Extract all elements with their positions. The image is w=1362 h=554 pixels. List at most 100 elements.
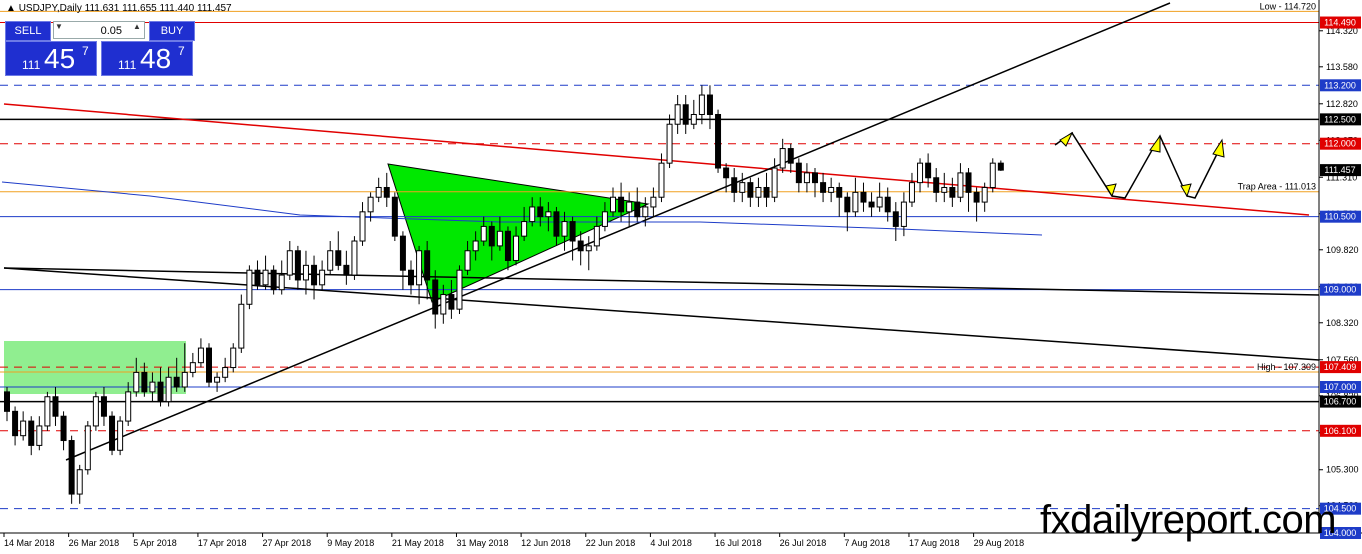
candle-bull	[803, 172, 810, 184]
candle-bull	[367, 196, 374, 213]
candle-bull	[246, 269, 253, 305]
candle-bull	[327, 250, 334, 271]
candle-bull	[456, 269, 463, 310]
candle-bull	[20, 420, 27, 437]
candle-bull	[496, 230, 503, 247]
candle-bull	[513, 235, 520, 261]
symbol-title-arrow: ▲	[6, 3, 19, 14]
candle-bear	[715, 113, 722, 169]
candle-bull	[900, 201, 907, 227]
sell-button[interactable]: SELL	[5, 21, 51, 41]
candle-bull	[76, 469, 83, 495]
buy-button[interactable]: BUY	[149, 21, 195, 41]
date-tick-label: 17 Apr 2018	[198, 538, 247, 548]
candle-bear	[60, 415, 67, 442]
candle-bull	[876, 196, 883, 208]
candle-bull	[561, 221, 568, 237]
candle-bull	[464, 250, 471, 271]
candle-bull	[981, 186, 988, 203]
candle-bear	[432, 279, 439, 315]
candle-bull	[149, 381, 156, 393]
chart-background	[0, 0, 1362, 554]
candle-bull	[771, 167, 778, 198]
candle-bear	[965, 172, 972, 193]
candle-bear	[682, 104, 689, 125]
sell-price-big: 45	[44, 43, 76, 74]
buy-price-big: 48	[140, 43, 172, 74]
date-tick-label: 7 Aug 2018	[844, 538, 890, 548]
candle-bear	[577, 240, 584, 252]
date-tick-label: 22 Jun 2018	[586, 538, 636, 548]
candle-bull	[262, 269, 269, 286]
candle-bull	[117, 420, 124, 451]
candle-bear	[973, 191, 980, 203]
candle-bear	[173, 376, 180, 388]
date-tick-label: 21 May 2018	[392, 538, 444, 548]
candle-bear	[569, 221, 576, 242]
price-label-text: 111.457	[1324, 165, 1355, 175]
date-tick-label: 12 Jun 2018	[521, 538, 571, 548]
candle-bear	[820, 182, 827, 193]
candle-bear	[884, 196, 891, 213]
candle-bear	[28, 420, 35, 446]
candle-bear	[868, 201, 875, 208]
candle-bull	[529, 206, 536, 223]
candle-bear	[270, 269, 277, 291]
sell-price-sup: 7	[82, 44, 89, 58]
candle-bull	[601, 211, 608, 227]
candle-bear	[763, 186, 770, 198]
price-label-text: 112.000	[1324, 139, 1356, 149]
lot-increase-icon[interactable]: ▲	[133, 22, 141, 31]
price-label-text: 106.700	[1324, 397, 1357, 407]
candle-bull	[610, 196, 616, 213]
candle-bull	[351, 240, 358, 276]
date-tick-label: 14 Mar 2018	[4, 538, 55, 548]
date-tick-label: 16 Jul 2018	[715, 538, 762, 548]
price-label-text: 106.100	[1324, 426, 1357, 436]
price-tick-label: 109.820	[1326, 245, 1359, 255]
candle-bull	[593, 225, 600, 247]
candle-bear	[997, 162, 1004, 171]
level-annotation: Low - 114.720	[1260, 1, 1316, 11]
price-label-text: 107.409	[1324, 362, 1357, 372]
candle-bear	[553, 211, 560, 237]
candle-bull	[36, 425, 43, 446]
candle-bull	[690, 113, 697, 125]
candle-bear	[52, 396, 59, 417]
candle-bear	[383, 186, 390, 198]
level-annotation: Trap Area - 111.013	[1238, 182, 1316, 192]
candle-bear	[860, 191, 867, 203]
candle-bull	[698, 94, 705, 115]
candle-bear	[504, 230, 511, 261]
price-tick-label: 105.300	[1326, 465, 1359, 475]
price-label-text: 110.500	[1324, 212, 1356, 222]
sell-quote[interactable]: 111 45 7	[5, 41, 97, 76]
candle-bull	[472, 240, 479, 252]
candle-bear	[925, 162, 932, 179]
candle-bull	[666, 123, 673, 164]
date-tick-label: 31 May 2018	[456, 538, 508, 548]
price-label-text: 114.490	[1324, 18, 1356, 28]
date-tick-label: 5 Apr 2018	[133, 538, 177, 548]
date-tick-label: 9 May 2018	[327, 538, 374, 548]
candle-bull	[375, 186, 382, 198]
candle-bull	[852, 191, 859, 213]
candle-bear	[4, 391, 10, 412]
candle-bear	[812, 172, 818, 184]
candle-bear	[12, 410, 19, 437]
candle-bear	[335, 250, 342, 266]
price-chart[interactable]: Low - 114.720 Trap Area - 111.013 High - 1…	[0, 0, 1362, 554]
candle-bear	[100, 396, 107, 417]
lot-size-input[interactable]: 0.05	[53, 21, 145, 39]
price-label-text: 109.000	[1324, 285, 1357, 295]
candle-bear	[399, 235, 406, 271]
lot-decrease-icon[interactable]: ▼	[55, 22, 63, 31]
candle-bull	[440, 294, 447, 315]
candle-bull	[44, 396, 51, 427]
date-tick-label: 26 Jul 2018	[780, 538, 827, 548]
candle-bear	[68, 440, 75, 495]
candle-bear	[844, 196, 851, 213]
candle-bull	[642, 206, 649, 218]
buy-quote[interactable]: 111 48 7	[101, 41, 193, 76]
candle-bear	[731, 177, 738, 193]
